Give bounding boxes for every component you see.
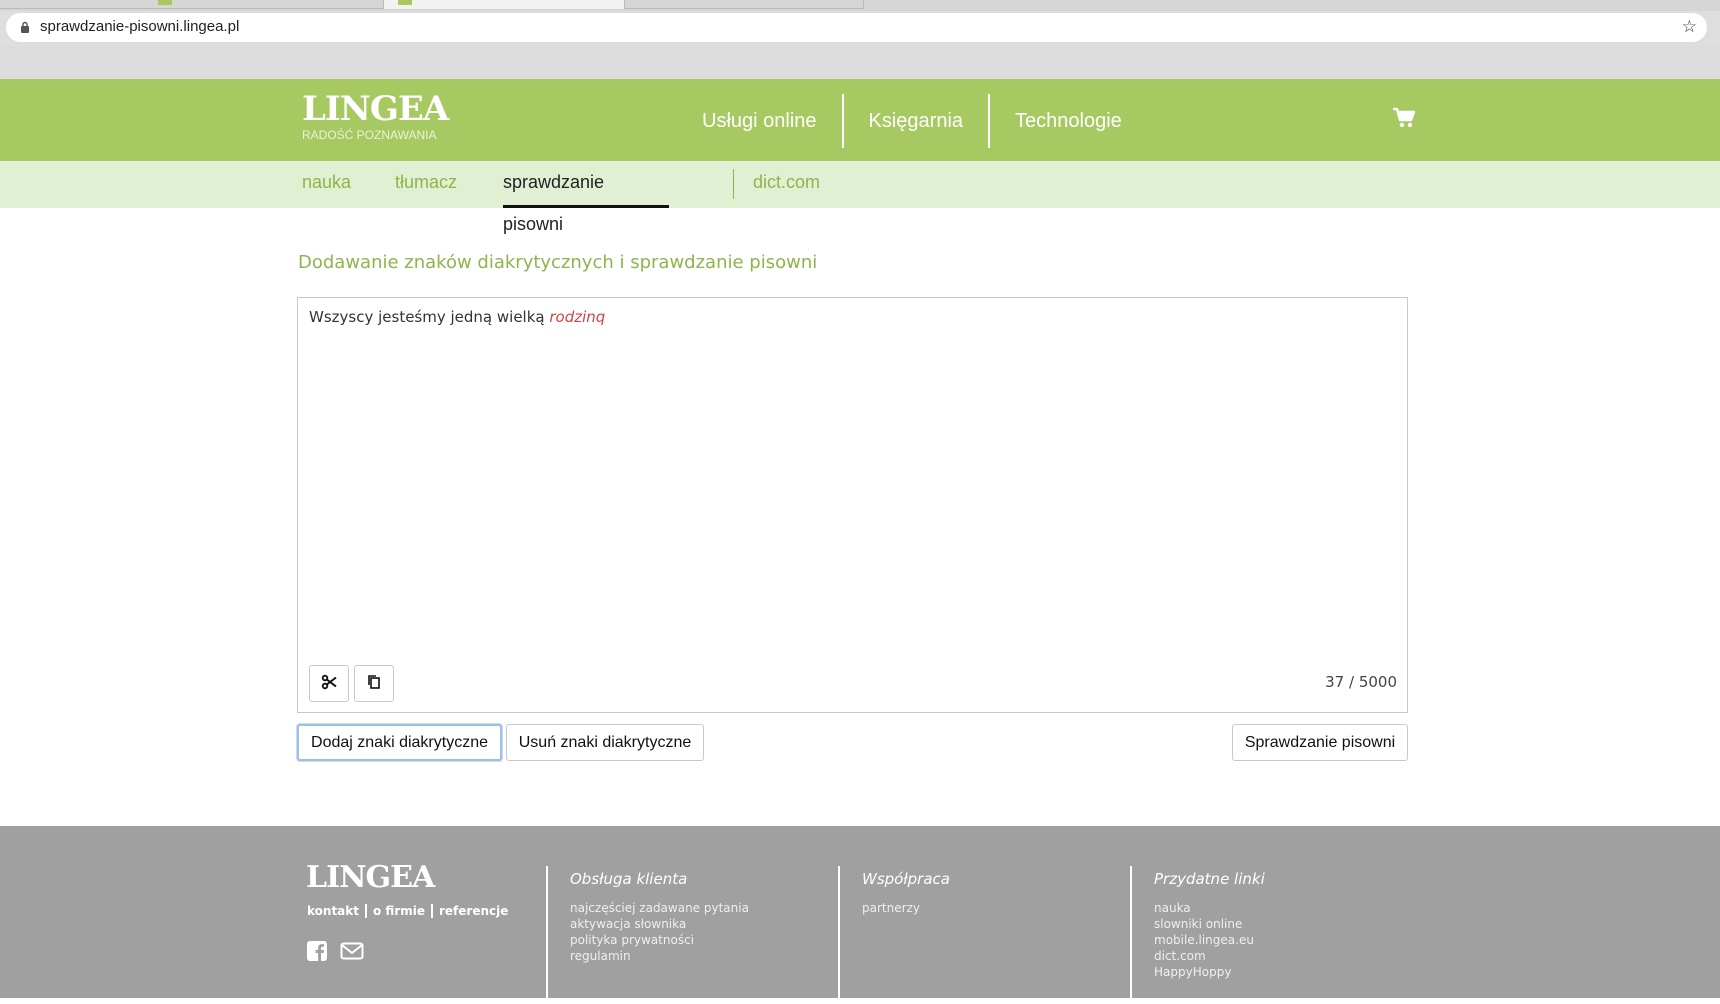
footer-column-useful-links: Przydatne linki nauka slowniki online mo… — [1130, 866, 1265, 1004]
subnav-item-sprawdzanie-pisowni[interactable]: sprawdzanie pisowni — [503, 161, 669, 234]
footer-link-nauka[interactable]: nauka — [1154, 900, 1265, 916]
address-bar[interactable]: sprawdzanie-pisowni.lingea.pl ☆ — [6, 13, 1707, 42]
lingea-logo[interactable]: LINGEA RADOŚĆ POZNAWANIA — [302, 89, 449, 142]
site-header: LINGEA RADOŚĆ POZNAWANIA Usługi online K… — [0, 79, 1720, 161]
footer-link-slowniki[interactable]: slowniki online — [1154, 916, 1265, 932]
sub-nav: nauka tłumacz sprawdzanie pisowni dict.c… — [0, 161, 1720, 234]
bookmark-bar — [0, 46, 1720, 79]
footer-column-title: Współpraca — [862, 870, 950, 888]
footer-link-happyhoppy[interactable]: HappyHoppy — [1154, 964, 1265, 980]
footer-link-partnerzy[interactable]: partnerzy — [862, 900, 950, 916]
facebook-icon[interactable] — [306, 940, 328, 966]
logo-tagline: RADOŚĆ POZNAWANIA — [302, 128, 437, 142]
social-links — [306, 940, 364, 966]
scissors-icon — [321, 674, 337, 694]
footer-link-referencje[interactable]: referencje — [433, 904, 514, 918]
editor-content[interactable]: Wszyscy jesteśmy jedną wielką rodzinq — [309, 308, 605, 326]
footer-link-regulamin[interactable]: regulamin — [570, 948, 749, 964]
nav-item-technologie[interactable]: Technologie — [990, 94, 1147, 148]
subnav-item-tlumacz[interactable]: tłumacz — [395, 161, 457, 208]
favicon-icon — [158, 0, 172, 5]
footer: LINGEA kontakt o firmie referencje Obsłu… — [0, 826, 1720, 1004]
editor-text-plain: Wszyscy jesteśmy jedną wielką — [309, 308, 545, 326]
footer-logo[interactable]: LINGEA — [306, 860, 435, 895]
spellcheck-button[interactable]: Sprawdzanie pisowni — [1232, 724, 1408, 761]
footer-column-customer-service: Obsługa klienta najczęściej zadawane pyt… — [546, 866, 749, 1004]
footer-link-polityka[interactable]: polityka prywatności — [570, 932, 749, 948]
footer-column-title: Przydatne linki — [1154, 870, 1265, 888]
footer-link-mobile[interactable]: mobile.lingea.eu — [1154, 932, 1265, 948]
tab-strip — [0, 0, 1720, 11]
favicon-icon — [398, 0, 412, 5]
browser-tab[interactable] — [624, 0, 864, 9]
subnav-item-nauka[interactable]: nauka — [302, 161, 351, 208]
logo-text: LINGEA — [302, 89, 449, 129]
bookmark-star-icon[interactable]: ☆ — [1682, 17, 1697, 37]
text-editor[interactable]: Wszyscy jesteśmy jedną wielką rodzinq 37… — [297, 297, 1408, 713]
browser-tab[interactable] — [0, 0, 384, 9]
page-title: Dodawanie znaków diakrytycznych i sprawd… — [298, 252, 818, 273]
footer-company-links: kontakt o firmie referencje — [307, 904, 514, 918]
cart-icon[interactable] — [1392, 107, 1416, 129]
lock-icon — [20, 21, 32, 33]
add-diacritics-button[interactable]: Dodaj znaki diakrytyczne — [297, 724, 502, 761]
nav-item-uslugi-online[interactable]: Usługi online — [680, 94, 844, 148]
nav-item-ksiegarnia[interactable]: Księgarnia — [844, 94, 991, 148]
browser-chrome: sprawdzanie-pisowni.lingea.pl ☆ — [0, 0, 1720, 79]
character-counter: 37 / 5000 — [1325, 673, 1397, 691]
footer-column-cooperation: Współpraca partnerzy — [838, 866, 950, 1004]
copy-button[interactable] — [354, 665, 394, 702]
copy-icon — [366, 674, 382, 694]
subnav-separator — [733, 169, 734, 199]
footer-link-kontakt[interactable]: kontakt — [307, 904, 367, 918]
subnav-item-dict-com[interactable]: dict.com — [753, 161, 820, 208]
url-text[interactable]: sprawdzanie-pisowni.lingea.pl — [40, 18, 239, 35]
email-icon[interactable] — [340, 940, 364, 966]
cut-button[interactable] — [309, 665, 349, 702]
browser-tab-active[interactable] — [384, 0, 624, 9]
footer-column-title: Obsługa klienta — [570, 870, 688, 888]
footer-link-faq[interactable]: najczęściej zadawane pytania — [570, 900, 749, 916]
footer-link-aktywacja[interactable]: aktywacja słownika — [570, 916, 749, 932]
main-nav: Usługi online Księgarnia Technologie — [680, 94, 1147, 148]
footer-link-dict[interactable]: dict.com — [1154, 948, 1265, 964]
remove-diacritics-button[interactable]: Usuń znaki diakrytyczne — [506, 724, 704, 761]
footer-link-o-firmie[interactable]: o firmie — [367, 904, 433, 918]
misspelled-word[interactable]: rodzinq — [549, 308, 605, 326]
